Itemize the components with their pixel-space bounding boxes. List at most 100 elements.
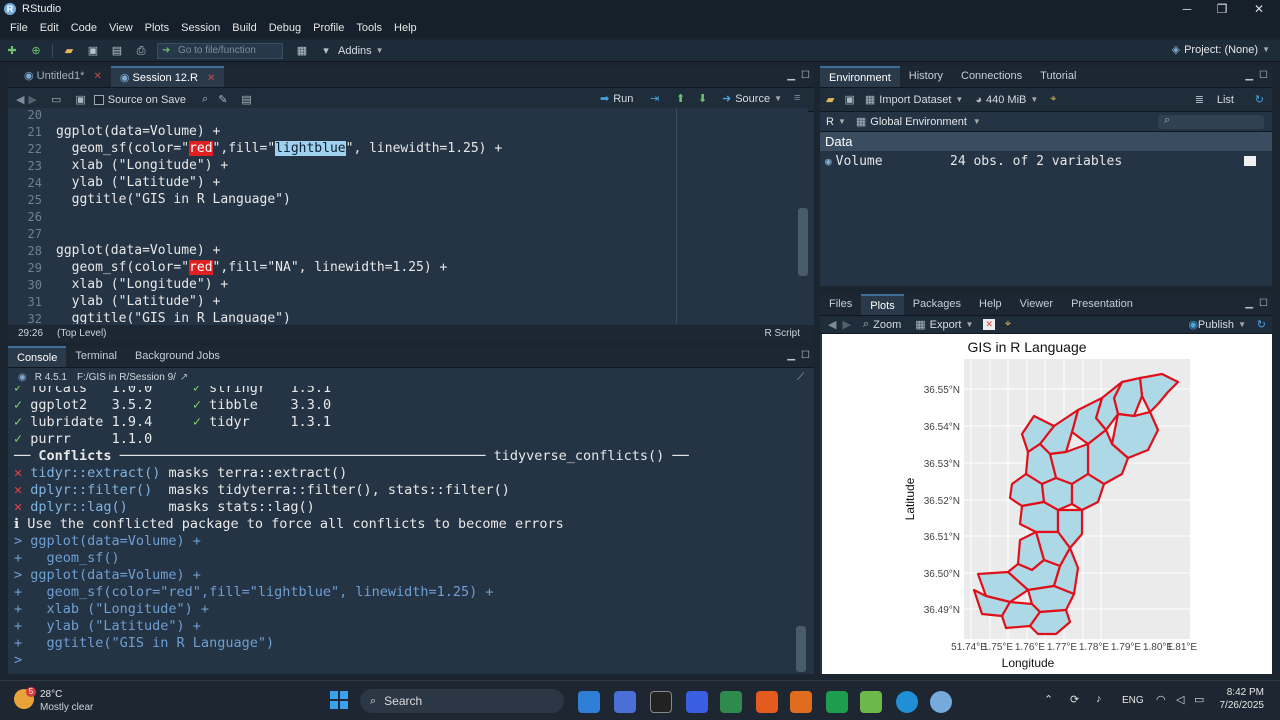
publish-button[interactable]: Publish xyxy=(1198,319,1234,331)
maximize-pane-icon[interactable]: ☐ xyxy=(1259,298,1268,309)
run-button[interactable]: ➡ Run xyxy=(600,92,633,106)
menu-help[interactable]: Help xyxy=(388,22,423,34)
menu-build[interactable]: Build xyxy=(226,22,262,34)
show-in-window-icon[interactable]: ▭ xyxy=(51,93,61,106)
import-dataset-button[interactable]: Import Dataset xyxy=(879,94,951,106)
clock[interactable]: 8:42 PM 7/26/2025 xyxy=(1212,687,1265,711)
console-prompt[interactable]: > xyxy=(14,652,22,668)
windows-start-icon[interactable] xyxy=(330,691,348,709)
tab-help[interactable]: Help xyxy=(970,294,1011,315)
menu-debug[interactable]: Debug xyxy=(263,22,307,34)
vscode-icon[interactable] xyxy=(578,691,600,713)
rerun-icon[interactable]: ⇥ xyxy=(650,92,659,105)
load-workspace-icon[interactable]: ▰ xyxy=(826,93,834,106)
tab-console[interactable]: Console xyxy=(8,346,67,367)
tab-terminal[interactable]: Terminal xyxy=(66,346,126,367)
menu-file[interactable]: File xyxy=(4,22,34,34)
go-to-directory-icon[interactable]: ↗ xyxy=(180,372,188,383)
goto-file-input[interactable]: ➜ Go to file/function xyxy=(157,42,283,59)
save-icon[interactable]: ▣ xyxy=(75,93,85,106)
forward-arrow-icon[interactable]: ▶ xyxy=(842,318,850,331)
tab-plots[interactable]: Plots xyxy=(861,294,904,315)
menu-view[interactable]: View xyxy=(103,22,139,34)
outline-icon[interactable]: ≡ xyxy=(794,92,800,104)
save-icon[interactable]: ▣ xyxy=(84,44,102,58)
view-mode-selector[interactable]: List xyxy=(1217,94,1234,106)
source-button[interactable]: ➜ Source ▼ xyxy=(722,92,782,106)
tab-tutorial[interactable]: Tutorial xyxy=(1031,66,1085,87)
view-data-icon[interactable] xyxy=(1244,156,1256,166)
console-scrollbar[interactable] xyxy=(796,626,806,672)
menu-plots[interactable]: Plots xyxy=(139,22,175,34)
close-icon[interactable]: ✕ xyxy=(207,73,215,84)
remove-plot-icon[interactable]: ✕ xyxy=(983,319,995,330)
project-menu[interactable]: ◈ Project: (None) ▼ xyxy=(1172,43,1270,57)
clear-console-icon[interactable]: ⟋ xyxy=(797,372,804,383)
zoom-button[interactable]: Zoom xyxy=(873,319,901,331)
maximize-pane-icon[interactable]: ☐ xyxy=(1259,70,1268,81)
tab-session-12[interactable]: ◉ Session 12.R ✕ xyxy=(110,66,225,87)
print-icon[interactable]: ⎙ xyxy=(132,44,150,58)
edge-icon[interactable] xyxy=(896,691,918,713)
tab-environment[interactable]: Environment xyxy=(820,66,900,87)
grid-layout-icon[interactable]: ▦ xyxy=(293,44,311,58)
office-icon[interactable] xyxy=(756,691,778,713)
minimize-pane-icon[interactable]: ▁ xyxy=(787,70,795,81)
new-file-icon[interactable]: ✚ xyxy=(3,44,21,58)
terminal-icon[interactable] xyxy=(650,691,672,713)
console-output[interactable]: ✓ forcats 1.0.0 ✓ stringr 1.5.1 ✓ ggplot… xyxy=(8,386,808,674)
refresh-icon[interactable]: ↻ xyxy=(1257,318,1266,331)
save-all-icon[interactable]: ▤ xyxy=(108,44,126,58)
minimize-pane-icon[interactable]: ▁ xyxy=(1245,298,1253,309)
app-icon[interactable] xyxy=(790,691,812,713)
back-arrow-icon[interactable]: ◀ xyxy=(16,93,24,106)
save-workspace-icon[interactable]: ▣ xyxy=(844,93,854,106)
chevron-up-icon[interactable]: ⌃ xyxy=(1044,693,1053,706)
refresh-icon[interactable]: ↻ xyxy=(1255,93,1264,106)
magic-wand-icon[interactable]: ✎ xyxy=(218,93,227,106)
search-icon[interactable]: ⌕ xyxy=(202,93,208,106)
back-arrow-icon[interactable]: ◀ xyxy=(828,318,836,331)
memory-usage[interactable]: 440 MiB xyxy=(986,94,1026,106)
language-selector[interactable]: R xyxy=(826,116,834,128)
export-button[interactable]: Export xyxy=(930,319,962,331)
addins-menu[interactable]: Addins xyxy=(338,45,372,57)
minimize-button[interactable]: ─ xyxy=(1170,0,1204,18)
maximize-pane-icon[interactable]: ☐ xyxy=(801,70,810,81)
volume-icon[interactable]: ◁ xyxy=(1176,693,1184,706)
expand-icon[interactable]: ◉ xyxy=(825,155,832,168)
tab-presentation[interactable]: Presentation xyxy=(1062,294,1142,315)
tab-viewer[interactable]: Viewer xyxy=(1011,294,1062,315)
app-icon[interactable] xyxy=(720,691,742,713)
microphone-icon[interactable]: ♪ xyxy=(1096,693,1102,705)
compile-report-icon[interactable]: ▤ xyxy=(241,93,251,106)
menu-code[interactable]: Code xyxy=(65,22,103,34)
open-folder-icon[interactable]: ▰ xyxy=(60,44,78,58)
rstudio-icon[interactable] xyxy=(930,691,952,713)
close-window-button[interactable]: ✕ xyxy=(1242,0,1276,18)
menu-edit[interactable]: Edit xyxy=(34,22,65,34)
code-editor[interactable]: 20 21 ggplot(data=Volume) + 22 geom_sf(c… xyxy=(8,108,808,324)
new-project-icon[interactable]: ⊕ xyxy=(27,44,45,58)
forward-arrow-icon[interactable]: ▶ xyxy=(28,93,36,106)
maximize-button[interactable]: ❐ xyxy=(1205,0,1239,18)
menu-tools[interactable]: Tools xyxy=(350,22,388,34)
scope-selector[interactable]: (Top Level) xyxy=(57,328,106,339)
scope-selector[interactable]: Global Environment xyxy=(870,116,967,128)
close-icon[interactable]: ✕ xyxy=(93,71,101,82)
minimize-pane-icon[interactable]: ▁ xyxy=(787,350,795,361)
broom-icon[interactable]: ⌖ xyxy=(1050,93,1056,106)
tab-history[interactable]: History xyxy=(900,66,952,87)
battery-icon[interactable]: ▭ xyxy=(1194,693,1204,706)
minimize-pane-icon[interactable]: ▁ xyxy=(1245,70,1253,81)
wifi-icon[interactable]: ◠ xyxy=(1156,693,1166,706)
taskbar-search[interactable]: ⌕ Search xyxy=(360,689,564,713)
up-arrow-icon[interactable]: ⬆ xyxy=(676,92,685,105)
environment-search-input[interactable]: ⌕ xyxy=(1158,114,1264,129)
env-row-volume[interactable]: ◉ Volume 24 obs. of 2 variables xyxy=(820,151,1272,171)
app-icon[interactable] xyxy=(860,691,882,713)
language-indicator[interactable]: ENG xyxy=(1122,695,1144,706)
excel-icon[interactable] xyxy=(826,691,848,713)
powershell-icon[interactable] xyxy=(614,691,636,713)
editor-scrollbar[interactable] xyxy=(798,208,808,276)
